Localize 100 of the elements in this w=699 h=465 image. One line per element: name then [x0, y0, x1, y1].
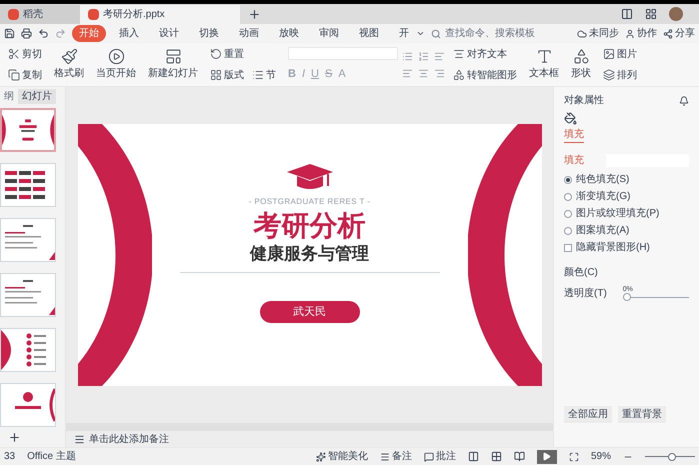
caret-icon[interactable]: [416, 29, 425, 38]
slideshow-button[interactable]: [536, 450, 557, 464]
new-tab-icon[interactable]: [248, 8, 261, 21]
new-slide-icon: [164, 48, 182, 66]
menu-tab[interactable]: 切换: [192, 25, 226, 42]
print-icon[interactable]: [21, 28, 32, 39]
slide-thumbnail[interactable]: [0, 218, 56, 262]
fill-icon[interactable]: [564, 112, 577, 125]
action-button[interactable]: 协作: [625, 26, 657, 41]
undo-icon[interactable]: [38, 28, 49, 39]
reset-button[interactable]: 重置: [206, 46, 280, 62]
notes-field[interactable]: 单击此处添加备注: [89, 432, 169, 446]
notes-icon: [380, 452, 390, 462]
arrange-icon: [603, 69, 615, 81]
new-slide-button[interactable]: 新建幻灯片: [144, 48, 202, 81]
search-field[interactable]: 查找命令、搜索模板: [431, 26, 535, 41]
reading-view-icon[interactable]: [514, 451, 525, 462]
option-label: 纯色填充(S): [576, 172, 630, 187]
menu-tab[interactable]: 审阅: [312, 25, 346, 42]
section-button[interactable]: 节: [248, 68, 280, 82]
slide-subtitle: 健康服务与管理: [250, 243, 369, 264]
shape-icon: [572, 48, 590, 66]
format-painter-icon: [60, 48, 78, 66]
layout-button[interactable]: 版式: [206, 68, 248, 82]
normal-view-icon[interactable]: [468, 451, 479, 462]
textbox-icon: [536, 48, 552, 66]
zoom-thumb[interactable]: [668, 452, 676, 460]
cut-button[interactable]: 剪切: [4, 46, 46, 62]
search-icon: [431, 28, 441, 38]
overline-text: - POSTGRADUATE RERES T -: [248, 196, 370, 208]
radio-button[interactable]: [564, 226, 572, 234]
slide-canvas[interactable]: - POSTGRADUATE RERES T - 考研分析 健康服务与管理 武天民: [78, 124, 542, 386]
copy-button[interactable]: 复制: [4, 68, 46, 82]
slide-thumbnail[interactable]: [0, 108, 56, 152]
slide-title: 考研分析: [254, 209, 366, 243]
author-pill: 武天民: [260, 301, 360, 324]
format-painter-button[interactable]: 格式刷: [50, 48, 88, 81]
layout-icon: [210, 69, 222, 81]
textbox-button[interactable]: 文本框: [525, 48, 563, 81]
panel-tab[interactable]: 幻灯片: [18, 88, 56, 104]
fill-tab[interactable]: 填充: [564, 127, 584, 143]
comment-icon: [424, 452, 434, 462]
radio-button[interactable]: [564, 176, 572, 184]
document-tab[interactable]: 稻壳: [0, 5, 80, 24]
play-button[interactable]: 当页开始: [92, 48, 140, 81]
comments-button[interactable]: 批注: [424, 449, 456, 464]
action-button[interactable]: 未同步: [577, 26, 619, 41]
transparency-slider[interactable]: [622, 293, 689, 301]
color-label: 颜色(C): [564, 266, 599, 280]
slide-thumbnail[interactable]: [0, 163, 56, 207]
grid-view-icon[interactable]: [490, 451, 502, 462]
slide-thumbnail[interactable]: [0, 383, 56, 427]
zoom-slider[interactable]: [645, 452, 695, 460]
align-text-button[interactable]: 对齐文本: [449, 46, 521, 62]
add-slide-icon[interactable]: [8, 431, 21, 444]
graduation-cap-icon: [286, 164, 332, 192]
play-icon: [108, 48, 124, 66]
panel-tab[interactable]: 纲: [0, 88, 18, 104]
shape-button[interactable]: 形状: [567, 48, 595, 81]
picture-button[interactable]: 图片: [599, 46, 641, 62]
picture-icon: [603, 48, 615, 60]
align-text-icon: [453, 48, 465, 60]
user-avatar[interactable]: [669, 7, 683, 21]
zoom-level[interactable]: 59%: [590, 449, 611, 464]
notes-button[interactable]: 备注: [380, 449, 412, 464]
document-tab[interactable]: 考研分析.pptx: [80, 5, 240, 24]
save-icon[interactable]: [4, 28, 15, 39]
grid-icon[interactable]: [645, 8, 657, 20]
panel-button[interactable]: 重置背景: [618, 406, 666, 423]
menu-tab[interactable]: 插入: [112, 25, 146, 42]
app-icon: [8, 9, 19, 20]
theme-name: Office 主题: [27, 450, 76, 464]
option-label: 渐变填充(G): [576, 190, 630, 204]
slider-thumb[interactable]: [622, 293, 631, 301]
checkbox[interactable]: [564, 244, 572, 252]
radio-button[interactable]: [564, 192, 572, 200]
font-field[interactable]: [288, 46, 398, 60]
transparency-label: 透明度(T): [564, 286, 607, 301]
fit-icon[interactable]: [568, 452, 579, 462]
radio-button[interactable]: [564, 210, 572, 218]
copy-icon: [8, 69, 20, 81]
section-title[interactable]: 填充: [564, 153, 584, 168]
smart-art-button[interactable]: 转智能图形: [449, 68, 521, 82]
menu-tab[interactable]: 动画: [232, 25, 266, 42]
action-button[interactable]: 分享: [663, 26, 695, 41]
layout-icon[interactable]: [621, 8, 633, 20]
option-label: 图片或纹理填充(P): [576, 206, 660, 221]
panel-button[interactable]: 全部应用: [564, 406, 612, 423]
menu-tab[interactable]: 开: [392, 25, 416, 42]
sparkle-icon: [316, 452, 326, 462]
app-icon: [88, 9, 99, 20]
panel-title[interactable]: 对象属性: [564, 93, 604, 108]
menu-tab[interactable]: 放映: [272, 25, 306, 42]
arrange-button[interactable]: 排列: [599, 68, 641, 82]
beautify-button[interactable]: 智能美化: [316, 449, 368, 464]
slide-thumbnail[interactable]: [0, 328, 56, 372]
slide-thumbnail[interactable]: [0, 273, 56, 317]
menu-tab[interactable]: 设计: [152, 25, 186, 42]
menu-tab[interactable]: 开始: [72, 25, 106, 42]
menu-tab[interactable]: 视图: [352, 25, 386, 42]
